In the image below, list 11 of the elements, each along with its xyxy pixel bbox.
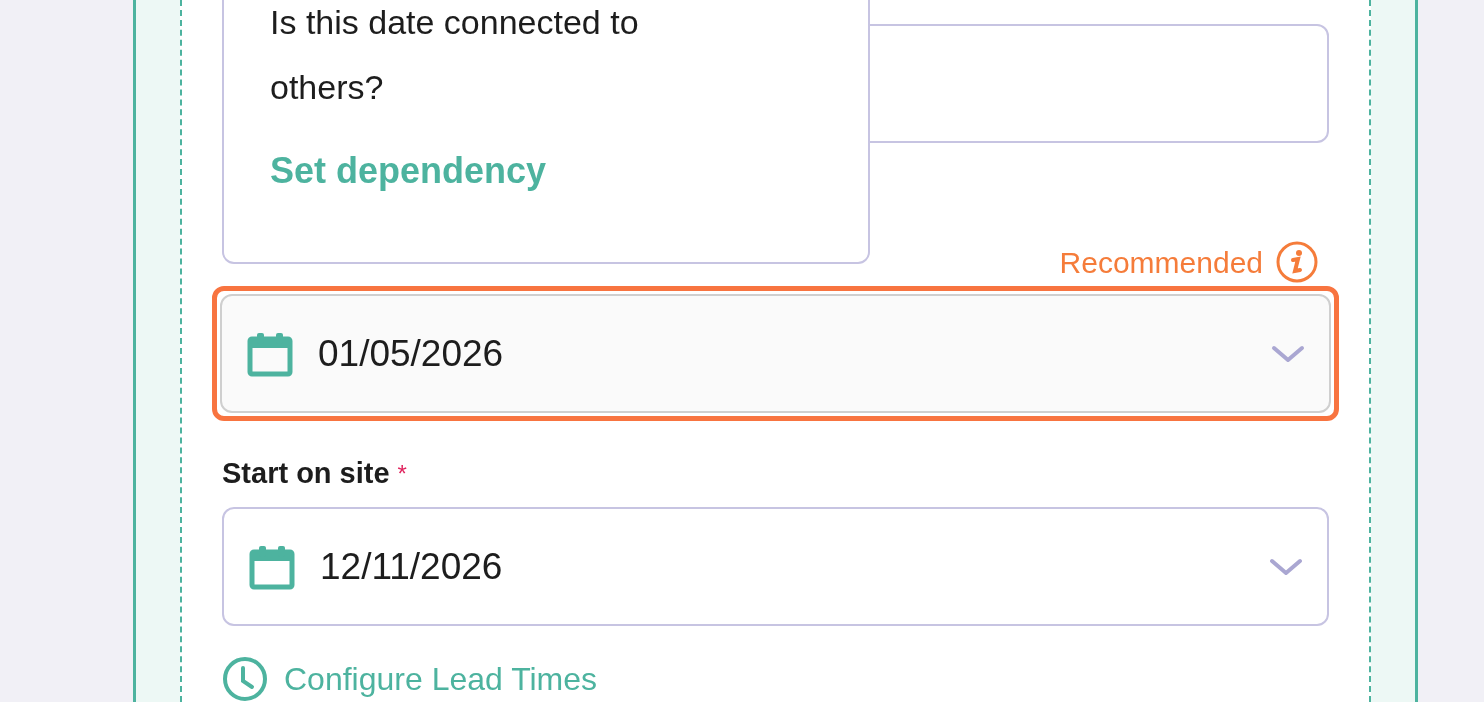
chevron-down-icon [1271, 343, 1305, 364]
recommended-label: Recommended [1059, 244, 1263, 281]
required-mark: * [397, 459, 407, 489]
field-label: Start on site [222, 456, 390, 492]
date-value: 12/11/2026 [320, 544, 503, 589]
date-value: 01/05/2026 [318, 331, 504, 376]
popover-question: Is this date connected to others? [270, 2, 640, 108]
info-icon[interactable] [1275, 240, 1319, 284]
chevron-down-icon [1269, 556, 1303, 577]
date-field[interactable]: 01/05/2026 [220, 294, 1331, 413]
date-field[interactable]: 12/11/2026 [222, 507, 1329, 626]
